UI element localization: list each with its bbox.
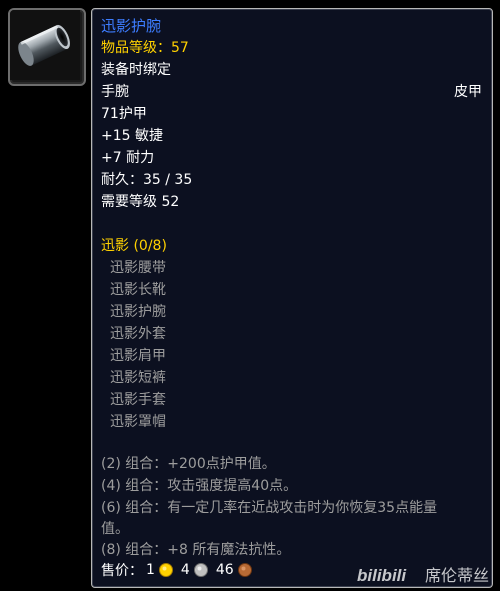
set-bonus: (4) 组合：攻击强度提高40点。 [101, 478, 298, 494]
stamina-stat: +7 耐力 [101, 150, 155, 166]
silver-amount: 4 [180, 562, 190, 578]
set-bonus: (8) 组合：+8 所有魔法抗性。 [101, 542, 291, 558]
set-piece: 迅影外套 [110, 326, 166, 342]
binding-text: 装备时绑定 [101, 62, 171, 78]
gold-coin-icon [158, 563, 173, 577]
set-piece: 迅影短裤 [110, 370, 166, 386]
sell-price: 售价： 1 4 46 [101, 560, 253, 580]
watermark-brand: bilibili [357, 566, 407, 585]
silver-coin-icon [193, 563, 208, 577]
item-tooltip: 迅影护腕 物品等级：57 装备时绑定 手腕 皮甲 71护甲 +15 敏捷 +7 … [91, 8, 493, 588]
set-piece: 迅影长靴 [110, 282, 166, 298]
required-level: 需要等级 52 [101, 194, 180, 210]
item-level: 物品等级：57 [101, 40, 189, 56]
set-bonus: (2) 组合：+200点护甲值。 [101, 456, 276, 472]
set-title: 迅影 (0/8) [101, 238, 167, 254]
agility-stat: +15 敏捷 [101, 128, 163, 144]
bracer-icon [10, 10, 80, 80]
set-piece: 迅影腰带 [110, 260, 166, 276]
set-piece: 迅影手套 [110, 392, 166, 408]
watermark-author: 席伦蒂丝 [425, 566, 489, 585]
game-ui: 迅影护腕 物品等级：57 装备时绑定 手腕 皮甲 71护甲 +15 敏捷 +7 … [0, 0, 500, 591]
set-piece: 迅影肩甲 [110, 348, 166, 364]
armor-type-text: 皮甲 [454, 84, 482, 100]
copper-amount: 46 [215, 562, 234, 578]
sell-price-label: 售价： [101, 563, 143, 579]
slot-text: 手腕 [101, 84, 129, 100]
item-icon-slot[interactable] [8, 8, 86, 86]
gold-amount: 1 [146, 562, 155, 578]
copper-coin-icon [237, 563, 252, 577]
set-piece: 迅影罩帽 [110, 414, 166, 430]
armor-value: 71护甲 [101, 106, 147, 122]
set-bonus-continued: 值。 [101, 521, 129, 537]
bilibili-watermark: bilibili 席伦蒂丝 [357, 566, 489, 585]
item-name: 迅影护腕 [101, 17, 162, 35]
set-piece: 迅影护腕 [110, 304, 166, 320]
set-bonus: (6) 组合：有一定几率在近战攻击时为你恢复35点能量 [101, 500, 438, 516]
durability-text: 耐久：35 / 35 [101, 172, 193, 188]
